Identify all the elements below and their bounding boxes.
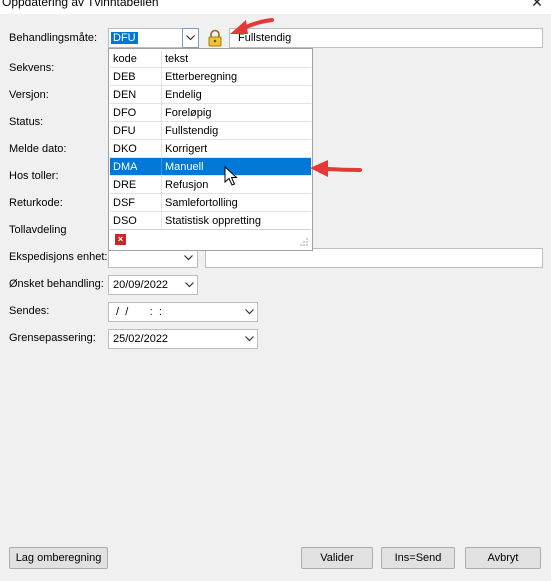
- option-code: DEN: [113, 89, 137, 101]
- column-header-kode: kode: [113, 53, 137, 65]
- option-code: DFU: [113, 125, 136, 137]
- lag-omberegning-button[interactable]: Lag omberegning: [9, 547, 108, 569]
- dropdown-option[interactable]: DRE Refusjon: [110, 176, 311, 194]
- tollavdeling-label: Tollavdeling: [9, 224, 67, 236]
- lock-icon[interactable]: [206, 29, 224, 47]
- behandlingsmate-label: Behandlingsmåte:: [9, 32, 98, 44]
- resize-grip-icon[interactable]: [300, 238, 308, 246]
- behandlingsmate-description-field: Fullstendig: [229, 28, 543, 48]
- dropdown-option[interactable]: DSO Statistisk oppretting: [110, 212, 311, 230]
- option-text: Korrigert: [165, 143, 208, 155]
- option-code: DMA: [113, 161, 138, 173]
- chevron-down-icon: [186, 35, 195, 41]
- option-text: Refusjon: [165, 179, 209, 191]
- behandlingsmate-combo[interactable]: DFU: [108, 28, 183, 48]
- window-title: Oppdatering av Tvinntabellen: [2, 0, 159, 9]
- avbryt-button[interactable]: Avbryt: [465, 547, 541, 569]
- sekvens-label: Sekvens:: [9, 62, 55, 74]
- option-code: DEB: [113, 71, 136, 83]
- option-code: DFO: [113, 107, 137, 119]
- annotation-arrow-icon: [230, 18, 274, 34]
- hos-toller-label: Hos toller:: [9, 170, 59, 182]
- grensepassering-label: Grensepassering:: [9, 332, 96, 344]
- dropdown-option[interactable]: DKO Korrigert: [110, 140, 311, 158]
- clear-icon[interactable]: ×: [115, 234, 126, 245]
- valider-button[interactable]: Valider: [301, 547, 373, 569]
- ekspedisjons-enhet-description-field: [205, 248, 543, 268]
- title-bar: Oppdatering av Tvinntabellen ✕: [0, 0, 551, 14]
- option-text: Statistisk oppretting: [165, 215, 261, 227]
- dropdown-footer: ×: [110, 229, 311, 249]
- behandlingsmate-dropdown-list[interactable]: kode tekst DEB Etterberegning DEN Endeli…: [108, 48, 313, 251]
- dropdown-option[interactable]: DEB Etterberegning: [110, 68, 311, 86]
- option-text: Fullstendig: [165, 125, 219, 137]
- dropdown-option[interactable]: DFU Fullstendig: [110, 122, 311, 140]
- ekspedisjons-enhet-label: Ekspedisjons enhet:: [9, 251, 108, 263]
- ekspedisjons-enhet-combo[interactable]: [108, 248, 198, 268]
- versjon-label: Versjon:: [9, 89, 49, 101]
- annotation-arrow-icon: [310, 160, 362, 177]
- option-text: Etterberegning: [165, 71, 238, 83]
- melde-dato-label: Melde dato:: [9, 143, 67, 155]
- option-text: Foreløpig: [165, 107, 212, 119]
- close-icon[interactable]: ✕: [529, 0, 545, 10]
- option-text: Samlefortolling: [165, 197, 238, 209]
- option-code: DSF: [113, 197, 135, 209]
- returkode-label: Returkode:: [9, 197, 63, 209]
- chevron-down-icon: [183, 255, 193, 261]
- option-code: DSO: [113, 215, 137, 227]
- option-code: DKO: [113, 143, 137, 155]
- sendes-value: / / : :: [113, 306, 162, 318]
- ins-send-button[interactable]: Ins=Send: [381, 547, 455, 569]
- behandlingsmate-value: DFU: [111, 32, 138, 44]
- dropdown-option[interactable]: DFO Foreløpig: [110, 104, 311, 122]
- chevron-down-icon: [244, 309, 254, 315]
- dropdown-header-row: kode tekst: [110, 50, 311, 68]
- grensepassering-combo[interactable]: 25/02/2022: [108, 329, 258, 349]
- dropdown-option[interactable]: DEN Endelig: [110, 86, 311, 104]
- option-text: Manuell: [165, 161, 204, 173]
- behandlingsmate-dropdown-button[interactable]: [182, 28, 199, 48]
- onsket-behandling-combo[interactable]: 20/09/2022: [108, 275, 198, 295]
- option-text: Endelig: [165, 89, 202, 101]
- option-code: DRE: [113, 179, 137, 191]
- sendes-combo[interactable]: / / : :: [108, 302, 258, 322]
- grensepassering-value: 25/02/2022: [113, 333, 169, 345]
- dropdown-option[interactable]: DSF Samlefortolling: [110, 194, 311, 212]
- chevron-down-icon: [244, 336, 254, 342]
- onsket-behandling-value: 20/09/2022: [113, 279, 169, 291]
- mouse-cursor-icon: [224, 166, 238, 186]
- chevron-down-icon: [184, 282, 194, 288]
- sendes-label: Sendes:: [9, 305, 50, 317]
- dropdown-option-selected[interactable]: DMA Manuell: [110, 158, 311, 176]
- status-label: Status:: [9, 116, 44, 128]
- column-header-tekst: tekst: [165, 53, 189, 65]
- onsket-behandling-label: Ønsket behandling:: [9, 278, 104, 290]
